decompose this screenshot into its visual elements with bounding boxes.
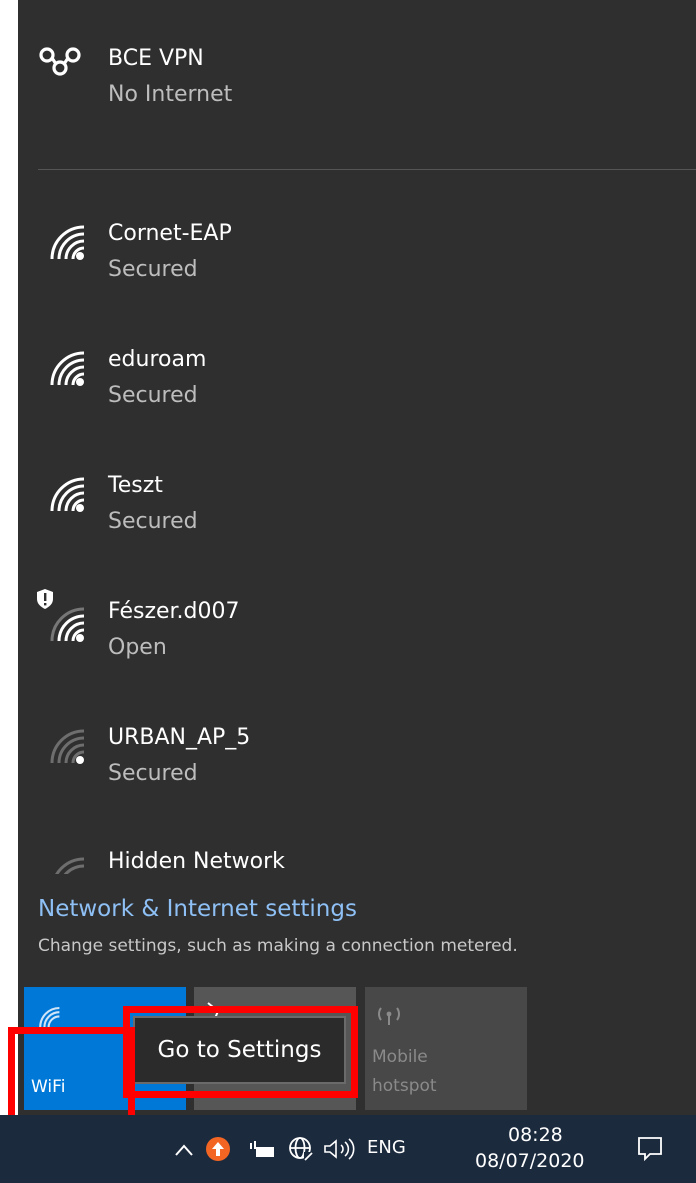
- mobile-hotspot-tile[interactable]: Mobile hotspot: [365, 987, 527, 1110]
- hotspot-icon: [378, 1007, 400, 1025]
- vpn-icon: [39, 47, 81, 76]
- network-name: URBAN_AP_5: [108, 725, 251, 750]
- hotspot-label-line1: Mobile: [372, 1047, 428, 1067]
- wifi-signal-icon: [50, 351, 85, 386]
- chevron-up-icon[interactable]: [174, 1143, 194, 1157]
- wifi-signal-icon: [55, 857, 85, 874]
- wifi-icon: [39, 1006, 60, 1028]
- hotspot-label-line2: hotspot: [372, 1076, 437, 1096]
- update-icon[interactable]: [205, 1136, 231, 1162]
- wifi-signal-icon: [50, 225, 85, 260]
- network-status: Secured: [108, 761, 198, 786]
- volume-icon[interactable]: [323, 1138, 357, 1160]
- network-item-feszer[interactable]: Fészer.d007 Open: [18, 578, 696, 698]
- network-item-hidden-network[interactable]: Hidden Network: [18, 830, 696, 874]
- network-globe-icon[interactable]: [288, 1136, 314, 1162]
- language-indicator[interactable]: ENG: [367, 1137, 406, 1158]
- network-flyout: BCE VPN No Internet Cornet-EAP Secured e…: [18, 0, 696, 1115]
- network-name: Cornet-EAP: [108, 221, 232, 246]
- wifi-signal-icon: [50, 477, 85, 512]
- taskbar: ENG 08:28 08/07/2020: [0, 1115, 696, 1183]
- network-name: eduroam: [108, 347, 207, 372]
- battery-icon[interactable]: [248, 1139, 276, 1159]
- vpn-name: BCE VPN: [108, 46, 204, 71]
- network-status: Open: [108, 635, 167, 660]
- network-status: Secured: [108, 383, 198, 408]
- settings-description: Change settings, such as making a connec…: [38, 936, 518, 956]
- vpn-status: No Internet: [108, 82, 233, 107]
- wifi-tile-label: WiFi: [31, 1077, 66, 1097]
- network-status: Secured: [108, 509, 198, 534]
- clock-time[interactable]: 08:28: [508, 1124, 563, 1146]
- network-item-teszt[interactable]: Teszt Secured: [18, 452, 696, 572]
- wifi-signal-icon: [50, 607, 85, 642]
- network-name: Fészer.d007: [108, 599, 240, 624]
- action-center-icon[interactable]: [637, 1135, 663, 1161]
- clock-date[interactable]: 08/07/2020: [475, 1150, 585, 1172]
- vpn-connection[interactable]: BCE VPN No Internet: [18, 0, 696, 170]
- network-status: Secured: [108, 257, 198, 282]
- network-name: Teszt: [108, 473, 163, 498]
- network-internet-settings-link[interactable]: Network & Internet settings: [38, 896, 357, 922]
- wifi-signal-icon: [50, 729, 85, 764]
- network-item-eduroam[interactable]: eduroam Secured: [18, 326, 696, 446]
- network-item-urban-ap-5[interactable]: URBAN_AP_5 Secured: [18, 704, 696, 824]
- network-item-cornet-eap[interactable]: Cornet-EAP Secured: [18, 200, 696, 320]
- go-to-settings-tooltip: Go to Settings: [133, 1016, 346, 1084]
- divider: [38, 169, 696, 170]
- network-name: Hidden Network: [108, 849, 285, 874]
